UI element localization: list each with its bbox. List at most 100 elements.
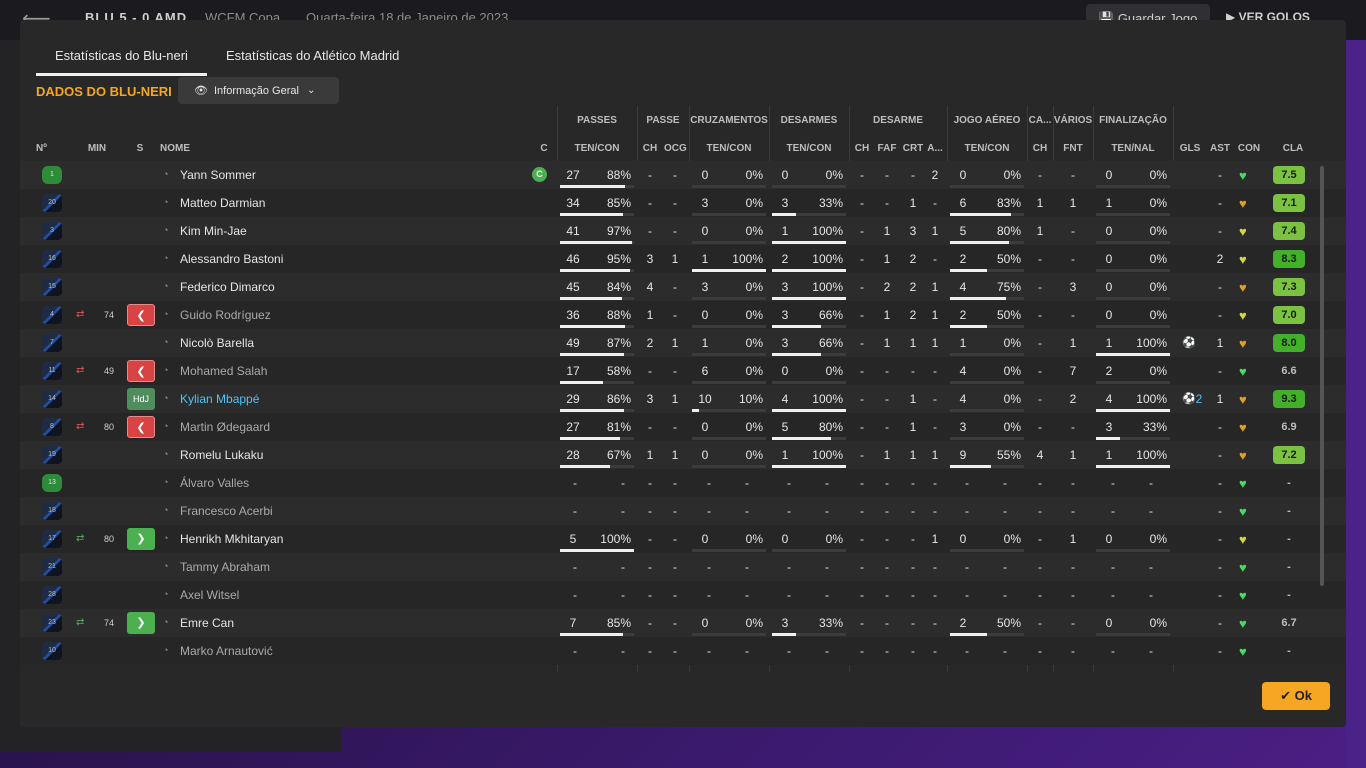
column-header-passes[interactable]: TEN/CON [557, 143, 637, 154]
assists: - [1218, 280, 1222, 294]
table-row[interactable]: 16 ◔ Alessandro Bastoni 46 95% 3 1 1 100% 2 100% -1… [20, 245, 1346, 273]
player-profile-icon[interactable]: ◔ [163, 309, 168, 319]
column-header-con[interactable]: CON [1236, 143, 1262, 154]
player-name[interactable]: Kim Min-Jae [180, 224, 247, 238]
ok-button[interactable]: ✔ Ok [1262, 682, 1330, 710]
fouls: 1 [883, 448, 891, 462]
player-profile-icon[interactable]: ◔ [163, 281, 168, 291]
table-row[interactable]: 15 ◔ Federico Dimarco 45 84% 4-3 0% 3 100% -2 2 1 4 7… [20, 273, 1346, 301]
player-name[interactable]: Federico Dimarco [180, 280, 275, 294]
player-profile-icon[interactable]: ◔ [163, 421, 168, 431]
player-name[interactable]: Axel Witsel [180, 588, 239, 602]
player-name[interactable]: Tammy Abraham [180, 560, 270, 574]
table-row[interactable]: 8 ⇄ 80 ❮ ◔ Martin Ødegaard 27 81% - - 0 0% 5 80% - - 1 - 3… [20, 413, 1346, 441]
player-profile-icon[interactable]: ◔ [163, 253, 168, 263]
table-row[interactable]: 19 ◔ Romelu Lukaku 28 67% 1 1 0 0% 1 100% -1 1 1 9 55% 4… [20, 441, 1346, 469]
table-row[interactable]: 20 ◔ Matteo Darmian 34 85% - - 3 0% 3 33% - - 1 - 6 83% 1… [20, 189, 1346, 217]
column-header-passe_ch[interactable]: CH [640, 143, 660, 154]
table-row[interactable]: 23 ⇄ 74 ❯ ◔ Emre Can 7 85% - - 0 0% 3 33% - - - - 2 50% - - 0 0… [20, 609, 1346, 637]
player-name[interactable]: Emre Can [180, 616, 234, 630]
player-profile-icon[interactable]: ◔ [163, 533, 168, 543]
column-header-final[interactable]: TEN/NAL [1093, 143, 1173, 154]
group-header-final: FINALIZAÇÃO [1099, 115, 1167, 126]
table-row[interactable]: 18 ◔ Francesco Acerbi - - - - - - - - - - - - - - - - - - - ♥ - [20, 497, 1346, 525]
table-row[interactable]: 10 ◔ Marko Arnautović - - - - - - - - - - - - - - - - - - - ♥ - [20, 637, 1346, 665]
column-header-des_crt[interactable]: CRT [902, 143, 924, 154]
column-header-ca_ch[interactable]: CH [1030, 143, 1050, 154]
player-profile-icon[interactable]: ◔ [163, 225, 168, 235]
fouls: 2 [883, 280, 891, 294]
shots-bar-fill [1096, 409, 1170, 412]
player-profile-icon[interactable]: ◔ [163, 505, 168, 515]
player-profile-icon[interactable]: ◔ [163, 477, 168, 487]
column-header-s[interactable]: S [132, 143, 148, 154]
shots-attempts: 0 [1105, 308, 1113, 322]
empty-stat: - [911, 560, 915, 574]
shots-bar-track [1096, 549, 1170, 552]
view-dropdown[interactable]: 👁 Informação Geral ⌄ [178, 77, 339, 104]
player-name[interactable]: Marko Arnautović [180, 644, 273, 658]
empty-stat: - [885, 588, 889, 602]
empty-stat: - [1111, 560, 1115, 574]
empty-stat: - [745, 588, 749, 602]
player-name[interactable]: Álvaro Valles [180, 476, 249, 490]
player-profile-icon[interactable]: ◔ [163, 169, 168, 179]
fouls-against: 1 [1069, 532, 1077, 546]
tackles-percent: 0% [825, 532, 843, 546]
column-header-des_ch[interactable]: CH [852, 143, 872, 154]
tab-away-stats[interactable]: Estatísticas do Atlético Madrid [207, 42, 418, 76]
column-header-var_fnt[interactable]: FNT [1058, 143, 1088, 154]
table-row[interactable]: 21 ◔ Tammy Abraham - - - - - - - - - - - - - - - - - - - ♥ - [20, 553, 1346, 581]
table-row[interactable]: 28 ◔ Axel Witsel - - - - - - - - - - - - - - - - - - - ♥ - [20, 581, 1346, 609]
passes-bar-fill [560, 297, 623, 300]
player-profile-icon[interactable]: ◔ [163, 365, 168, 375]
player-name[interactable]: Nicolò Barella [180, 336, 254, 350]
table-row[interactable]: 7 ◔ Nicolò Barella 49 87% 2 1 1 0% 3 66% -1 1 1 1 0% -1 1… [20, 329, 1346, 357]
player-profile-icon[interactable]: ◔ [163, 561, 168, 571]
column-header-gls[interactable]: GLS [1178, 143, 1202, 154]
table-row[interactable]: 17 ⇄ 80 ❯ ◔ Henrikh Mkhitaryan 5 100% - -0 0% 0 0% - -… [20, 525, 1346, 553]
player-profile-icon[interactable]: ◔ [163, 589, 168, 599]
player-profile-icon[interactable]: ◔ [163, 393, 168, 403]
player-name[interactable]: Alessandro Bastoni [180, 252, 283, 266]
column-header-des_a[interactable]: A... [926, 143, 944, 154]
player-name[interactable]: Matteo Darmian [180, 196, 265, 210]
column-header-min[interactable]: MIN [86, 143, 108, 154]
column-header-desarmes[interactable]: TEN/CON [769, 143, 849, 154]
player-profile-icon[interactable]: ◔ [163, 337, 168, 347]
player-name[interactable]: Kylian Mbappé [180, 392, 259, 406]
player-profile-icon[interactable]: ◔ [163, 449, 168, 459]
aerial-percent: 0% [1003, 392, 1021, 406]
player-name[interactable]: Francesco Acerbi [180, 504, 273, 518]
player-name[interactable]: Romelu Lukaku [180, 448, 263, 462]
column-header-cruz[interactable]: TEN/CON [689, 143, 769, 154]
table-row[interactable]: 4 ⇄ 74 ❮ ◔ Guido Rodríguez 36 88% 1-0 0% 3 66% -1 2 1 2… [20, 301, 1346, 329]
chances-created: 1 [671, 336, 679, 350]
column-header-nome[interactable]: NOME [160, 143, 220, 154]
player-profile-icon[interactable]: ◔ [163, 645, 168, 655]
empty-stat: - [933, 644, 937, 658]
tab-home-stats[interactable]: Estatísticas do Blu-neri [36, 42, 207, 76]
column-header-c[interactable]: C [536, 143, 552, 154]
player-name[interactable]: Martin Ødegaard [180, 420, 270, 434]
column-header-des_faf[interactable]: FAF [876, 143, 898, 154]
table-scrollbar[interactable] [1320, 166, 1324, 586]
column-header-aereo[interactable]: TEN/CON [947, 143, 1027, 154]
player-name[interactable]: Yann Sommer [180, 168, 256, 182]
table-row[interactable]: 3 ◔ Kim Min-Jae 41 97% - -0 0% 1 100% -1 3 1 5 80% 1-0 0… [20, 217, 1346, 245]
column-header-num[interactable]: Nº [36, 143, 58, 154]
column-header-cla[interactable]: CLA [1276, 143, 1310, 154]
table-row[interactable]: 14 HdJ ◔ Kylian Mbappé 29 86% 3 1 10 10% 4 100% - -1-… [20, 385, 1346, 413]
column-header-passe_ocg[interactable]: OCG [664, 143, 687, 154]
table-row[interactable]: 13 ◔ Álvaro Valles - - - - - - - - - - - - - - - - - - - ♥ - [20, 469, 1346, 497]
player-profile-icon[interactable]: ◔ [163, 617, 168, 627]
player-name[interactable]: Guido Rodríguez [180, 308, 271, 322]
player-name[interactable]: Mohamed Salah [180, 364, 267, 378]
column-header-ast[interactable]: AST [1208, 143, 1232, 154]
player-name[interactable]: Henrikh Mkhitaryan [180, 532, 283, 546]
fouls: - [885, 392, 889, 406]
player-profile-icon[interactable]: ◔ [163, 197, 168, 207]
crosses-bar-track [692, 325, 766, 328]
table-row[interactable]: 1 ◔ Yann Sommer C 27 88% - - 0 0% 0 0% - - - 2 0 0% - - 0 0% -… [20, 161, 1346, 189]
table-row[interactable]: 11 ⇄ 49 ❮ ◔ Mohamed Salah 17 58% - - 6 0% 0 0% - - - - 4 0%… [20, 357, 1346, 385]
